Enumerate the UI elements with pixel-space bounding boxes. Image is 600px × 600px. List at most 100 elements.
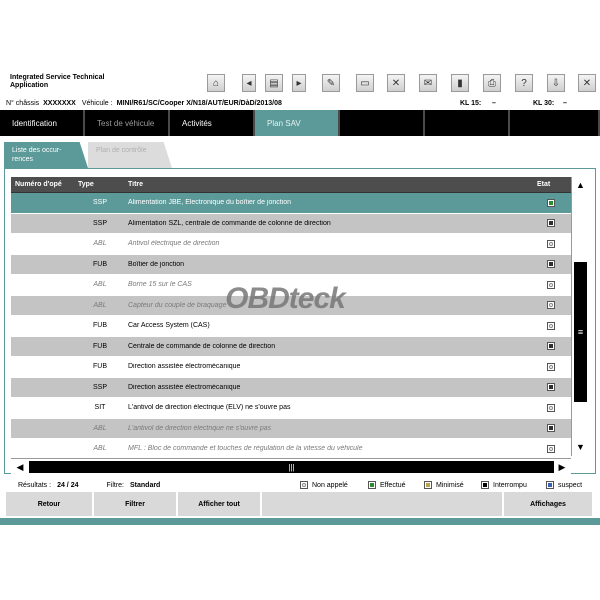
status-dot-icon: [549, 282, 553, 287]
cell-etat: [531, 321, 571, 330]
table-row[interactable]: SSP Alimentation SZL, centrale de command…: [11, 213, 571, 234]
cell-etat: [531, 260, 571, 269]
afficher-tout-button[interactable]: Afficher tout: [178, 492, 262, 516]
legend-label: Interrompu: [493, 481, 527, 489]
status-dot-icon: [549, 200, 553, 205]
status-checkbox-icon[interactable]: [547, 301, 555, 310]
status-dot-icon: [549, 241, 553, 246]
table-row[interactable]: SSP Direction assistée électromécanique: [11, 377, 571, 398]
retour-button[interactable]: Retour: [6, 492, 94, 516]
forward-icon[interactable]: ▸: [292, 74, 306, 92]
status-checkbox-icon[interactable]: [547, 280, 555, 289]
table-row[interactable]: ABL L'antivol de direction électrique ne …: [11, 418, 571, 439]
col-header-type[interactable]: Type: [76, 181, 124, 188]
table-row[interactable]: ABL MFL : Bloc de commande et touches de …: [11, 439, 571, 460]
tab-test-vehicule[interactable]: Test de véhicule: [85, 110, 170, 136]
tab-identification[interactable]: Identification: [0, 110, 85, 136]
cell-type: FUB: [93, 342, 107, 350]
col-header-num[interactable]: Numéro d'opé: [11, 181, 76, 188]
documents-icon[interactable]: ▤: [265, 74, 283, 92]
tab-empty-2: [425, 110, 510, 136]
scroll-down-icon[interactable]: ▼: [574, 441, 587, 453]
legend-label: Non appelé: [312, 481, 348, 489]
horizontal-scroll-thumb[interactable]: |||: [29, 461, 554, 473]
vertical-scroll-thumb[interactable]: ≡: [574, 262, 587, 402]
cell-title: Car Access System (CAS): [128, 322, 210, 330]
tab-activites[interactable]: Activités: [170, 110, 255, 136]
status-checkbox-icon[interactable]: [547, 239, 555, 248]
help-icon[interactable]: ?: [515, 74, 533, 92]
subtab-liste-occurrences[interactable]: Liste des occur- rences: [4, 142, 88, 168]
table-row[interactable]: FUB Car Access System (CAS): [11, 316, 571, 337]
printer-icon[interactable]: ⎙: [483, 74, 501, 92]
tab-empty-1: [340, 110, 425, 136]
status-checkbox-icon[interactable]: [547, 342, 555, 351]
status-checkbox-icon[interactable]: [547, 260, 555, 269]
status-checkbox-icon[interactable]: [547, 198, 555, 207]
close-icon[interactable]: ✕: [578, 74, 596, 92]
wrench-icon[interactable]: ✎: [322, 74, 340, 92]
table-row[interactable]: SIT L'antivol de direction électrique (EL…: [11, 398, 571, 419]
status-dot-icon: [549, 221, 553, 226]
horizontal-scrollbar[interactable]: ◀ ||| ▶: [11, 458, 571, 474]
status-checkbox-icon[interactable]: [547, 444, 555, 453]
status-dot-icon: [549, 303, 553, 308]
cell-etat: [531, 342, 571, 351]
chassis-label: N° châssis: [6, 99, 40, 107]
cell-etat: [531, 362, 571, 371]
cell-etat: [531, 301, 571, 310]
ista-window: Integrated Service Technical Application…: [0, 0, 600, 600]
cell-type: ABL: [93, 424, 107, 432]
cell-type: ABL: [93, 240, 107, 248]
table-body: SSP Alimentation JBE, Electronique du boî…: [11, 193, 571, 460]
legend-marker-icon: [546, 481, 554, 489]
cell-title: MFL : Bloc de commande et touches de rég…: [128, 445, 363, 453]
cell-title: Alimentation SZL, centrale de commande d…: [128, 219, 331, 227]
status-checkbox-icon[interactable]: [547, 424, 555, 433]
status-checkbox-icon[interactable]: [547, 321, 555, 330]
legend-item: Interrompu: [481, 478, 527, 492]
status-checkbox-icon[interactable]: [547, 219, 555, 228]
cell-etat: [531, 403, 571, 412]
subtab-plan-controle[interactable]: Plan de contrôle: [88, 142, 172, 168]
table-row[interactable]: SSP Alimentation JBE, Electronique du boî…: [11, 193, 571, 214]
scroll-up-icon[interactable]: ▲: [574, 179, 587, 191]
chassis-value: XXXXXXX: [43, 99, 76, 107]
filtrer-button[interactable]: Filtrer: [94, 492, 178, 516]
table-row[interactable]: FUB Centrale de commande de colonne de di…: [11, 336, 571, 357]
affichages-button[interactable]: Affichages: [504, 492, 594, 516]
scroll-left-icon[interactable]: ◀: [13, 461, 27, 473]
status-dot-icon: [549, 405, 553, 410]
table-row[interactable]: FUB Boîtier de jonction: [11, 254, 571, 275]
status-checkbox-icon[interactable]: [547, 403, 555, 412]
kl15-value: –: [492, 99, 496, 107]
status-checkbox-icon[interactable]: [547, 383, 555, 392]
cell-type: FUB: [93, 363, 107, 371]
filter-value: Standard: [130, 481, 161, 489]
legend-item: Effectué: [368, 478, 406, 492]
scroll-right-icon[interactable]: ▶: [555, 461, 569, 473]
vertical-scrollbar[interactable]: ▲ ≡ ▼: [571, 177, 588, 456]
app-title: Integrated Service Technical Application: [10, 74, 105, 89]
cell-etat: [531, 198, 571, 207]
tab-plan-sav[interactable]: Plan SAV: [255, 110, 340, 136]
col-header-etat[interactable]: Etat: [531, 181, 571, 188]
id-card-icon[interactable]: ▭: [356, 74, 374, 92]
table-row[interactable]: FUB Direction assistée électromécanique: [11, 357, 571, 378]
col-header-title[interactable]: Titre: [124, 181, 531, 188]
status-dot-icon: [549, 426, 553, 431]
back-icon[interactable]: ◂: [242, 74, 256, 92]
download-icon[interactable]: ⇩: [547, 74, 565, 92]
cell-type: SSP: [92, 199, 107, 207]
status-dot-icon: [549, 364, 553, 369]
cell-title: Antivol électrique de direction: [128, 240, 220, 248]
battery-icon[interactable]: ▮: [451, 74, 469, 92]
table-row[interactable]: ABL Antivol électrique de direction: [11, 234, 571, 255]
mail-icon[interactable]: ✉: [419, 74, 437, 92]
home-icon[interactable]: ⌂: [207, 74, 225, 92]
cell-title: Boîtier de jonction: [128, 260, 185, 268]
status-checkbox-icon[interactable]: [547, 362, 555, 371]
tab-empty-3: [510, 110, 600, 136]
tools-icon[interactable]: ✕: [387, 74, 405, 92]
status-dot-icon: [549, 262, 553, 267]
